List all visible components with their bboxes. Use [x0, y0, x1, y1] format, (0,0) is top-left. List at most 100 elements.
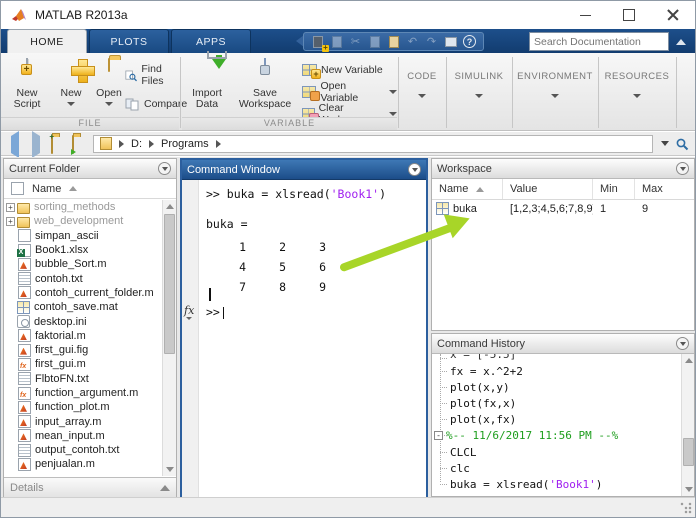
column-min[interactable]: Min — [593, 179, 635, 199]
list-item[interactable]: contoh_save.mat — [4, 300, 162, 314]
expand-icon[interactable] — [6, 389, 15, 398]
name-column-header[interactable]: Name — [4, 179, 176, 199]
copy-icon[interactable] — [366, 34, 383, 49]
list-item[interactable]: + web_development — [4, 214, 162, 228]
ribbon-tab[interactable]: PLOTS — [89, 29, 169, 53]
history-item[interactable]: clc — [432, 460, 681, 476]
collapse-details-icon[interactable] — [160, 485, 170, 491]
breadcrumb[interactable]: D: Programs — [93, 134, 653, 153]
history-item[interactable]: buka = xlsread('Book1') — [432, 476, 681, 492]
simulink-group-button[interactable]: SIMULINK — [447, 53, 511, 130]
list-item[interactable]: mean_input.m — [4, 429, 162, 443]
expand-icon[interactable] — [6, 331, 15, 340]
address-dropdown-icon[interactable] — [661, 141, 669, 146]
scrollbar-thumb[interactable] — [164, 214, 175, 354]
breadcrumb-drive[interactable]: D: — [131, 138, 142, 150]
redo-icon[interactable]: ↷ — [423, 34, 440, 49]
history-item[interactable]: fx = x.^2+2 — [432, 363, 681, 379]
expand-icon[interactable] — [6, 288, 15, 297]
panel-menu-icon[interactable] — [676, 337, 689, 350]
list-item[interactable]: first_gui.m — [4, 357, 162, 371]
history-item[interactable]: - %-- 11/6/2017 11:56 PM --% — [432, 428, 681, 444]
list-item[interactable]: input_array.m — [4, 414, 162, 429]
cut-icon[interactable]: ✂ — [347, 34, 364, 49]
import-data-button[interactable]: Import Data — [184, 51, 230, 117]
table-row[interactable]: buka [1,2,3;4,5,6;7,8,9] 1 9 — [432, 200, 694, 217]
layout-window-icon[interactable] — [442, 34, 459, 49]
new-variable-button[interactable]: + New Variable — [302, 61, 383, 79]
list-item[interactable]: contoh.txt — [4, 271, 162, 286]
fx-button[interactable]: fx — [184, 304, 194, 320]
expand-icon[interactable] — [6, 417, 15, 426]
expand-icon[interactable] — [6, 274, 15, 283]
list-item[interactable]: output_contoh.txt — [4, 443, 162, 457]
details-bar[interactable]: Details — [4, 477, 176, 498]
compare-button[interactable]: Compare — [125, 95, 187, 113]
expand-icon[interactable]: + — [6, 216, 15, 226]
ribbon-tab[interactable]: HOME — [7, 29, 87, 53]
environment-group-button[interactable]: ENVIRONMENT — [513, 53, 597, 130]
list-item[interactable]: first_gui.fig — [4, 343, 162, 357]
maximize-button[interactable] — [607, 1, 651, 29]
history-item[interactable]: x = [-5:5] — [432, 354, 681, 363]
expand-icon[interactable] — [6, 317, 15, 326]
list-item[interactable]: simpan_ascii — [4, 229, 162, 243]
history-item[interactable]: plot(x,fx) — [432, 412, 681, 428]
breadcrumb-folder[interactable]: Programs — [161, 138, 209, 150]
browse-folder-button[interactable] — [68, 134, 85, 154]
forward-button[interactable] — [26, 130, 43, 158]
list-item[interactable]: penjualan.m — [4, 457, 162, 471]
find-files-button[interactable]: Find Files — [125, 63, 179, 87]
folder-search-icon[interactable] — [675, 137, 689, 151]
close-button[interactable] — [651, 1, 695, 29]
collapse-ribbon-button[interactable] — [671, 32, 691, 51]
history-scrollbar[interactable] — [681, 354, 694, 496]
resize-grip[interactable] — [680, 502, 692, 514]
current-folder-scrollbar[interactable] — [162, 200, 176, 476]
up-folder-button[interactable] — [47, 134, 64, 154]
expand-icon[interactable] — [6, 460, 15, 469]
resources-group-button[interactable]: RESOURCES — [599, 53, 675, 130]
expand-icon[interactable] — [6, 403, 15, 412]
back-button[interactable] — [5, 130, 22, 158]
new-shortcut-icon[interactable]: + — [309, 34, 329, 52]
help-icon[interactable]: ? — [461, 34, 478, 49]
command-prompt[interactable]: >> — [206, 305, 225, 319]
list-item[interactable]: bubble_Sort.m — [4, 257, 162, 271]
list-item[interactable]: Book1.xlsx — [4, 243, 162, 257]
open-variable-button[interactable]: Open Variable — [302, 80, 397, 104]
scroll-down-icon[interactable] — [682, 483, 695, 496]
panel-menu-icon[interactable] — [676, 162, 689, 175]
list-item[interactable]: function_plot.m — [4, 400, 162, 414]
history-item[interactable]: plot(fx,x) — [432, 395, 681, 411]
scroll-up-icon[interactable] — [163, 200, 176, 213]
expand-icon[interactable] — [6, 246, 15, 255]
panel-menu-icon[interactable] — [408, 163, 421, 176]
new-script-button[interactable]: + New Script — [5, 57, 49, 117]
list-item[interactable]: FlbtoFN.txt — [4, 372, 162, 386]
search-input[interactable] — [530, 35, 673, 48]
command-window-body[interactable]: >> buka = xlsread('Book1') buka = 1 2 3 4 5… — [182, 180, 426, 497]
list-item[interactable]: faktorial.m — [4, 329, 162, 343]
code-group-button[interactable]: CODE — [399, 53, 445, 130]
expand-icon[interactable] — [6, 446, 15, 455]
scroll-down-icon[interactable] — [163, 463, 176, 476]
collapse-icon[interactable]: - — [434, 431, 443, 441]
expand-icon[interactable] — [6, 374, 15, 383]
paste-icon[interactable] — [385, 34, 402, 49]
minimize-button[interactable] — [563, 1, 607, 29]
list-item[interactable]: desktop.ini — [4, 314, 162, 329]
expand-icon[interactable] — [6, 303, 15, 312]
expand-icon[interactable] — [6, 360, 15, 369]
list-item[interactable]: function_argument.m — [4, 386, 162, 400]
expand-icon[interactable]: + — [6, 202, 15, 212]
save-workspace-button[interactable]: Save Workspace — [234, 57, 296, 117]
expand-icon[interactable] — [6, 231, 15, 240]
history-item[interactable]: plot(x,y) — [432, 379, 681, 395]
save-icon[interactable] — [328, 34, 345, 49]
expand-icon[interactable] — [6, 346, 15, 355]
column-value[interactable]: Value — [503, 179, 593, 199]
list-item[interactable]: contoh_current_folder.m — [4, 286, 162, 300]
expand-icon[interactable] — [6, 431, 15, 440]
expand-icon[interactable] — [6, 260, 15, 269]
